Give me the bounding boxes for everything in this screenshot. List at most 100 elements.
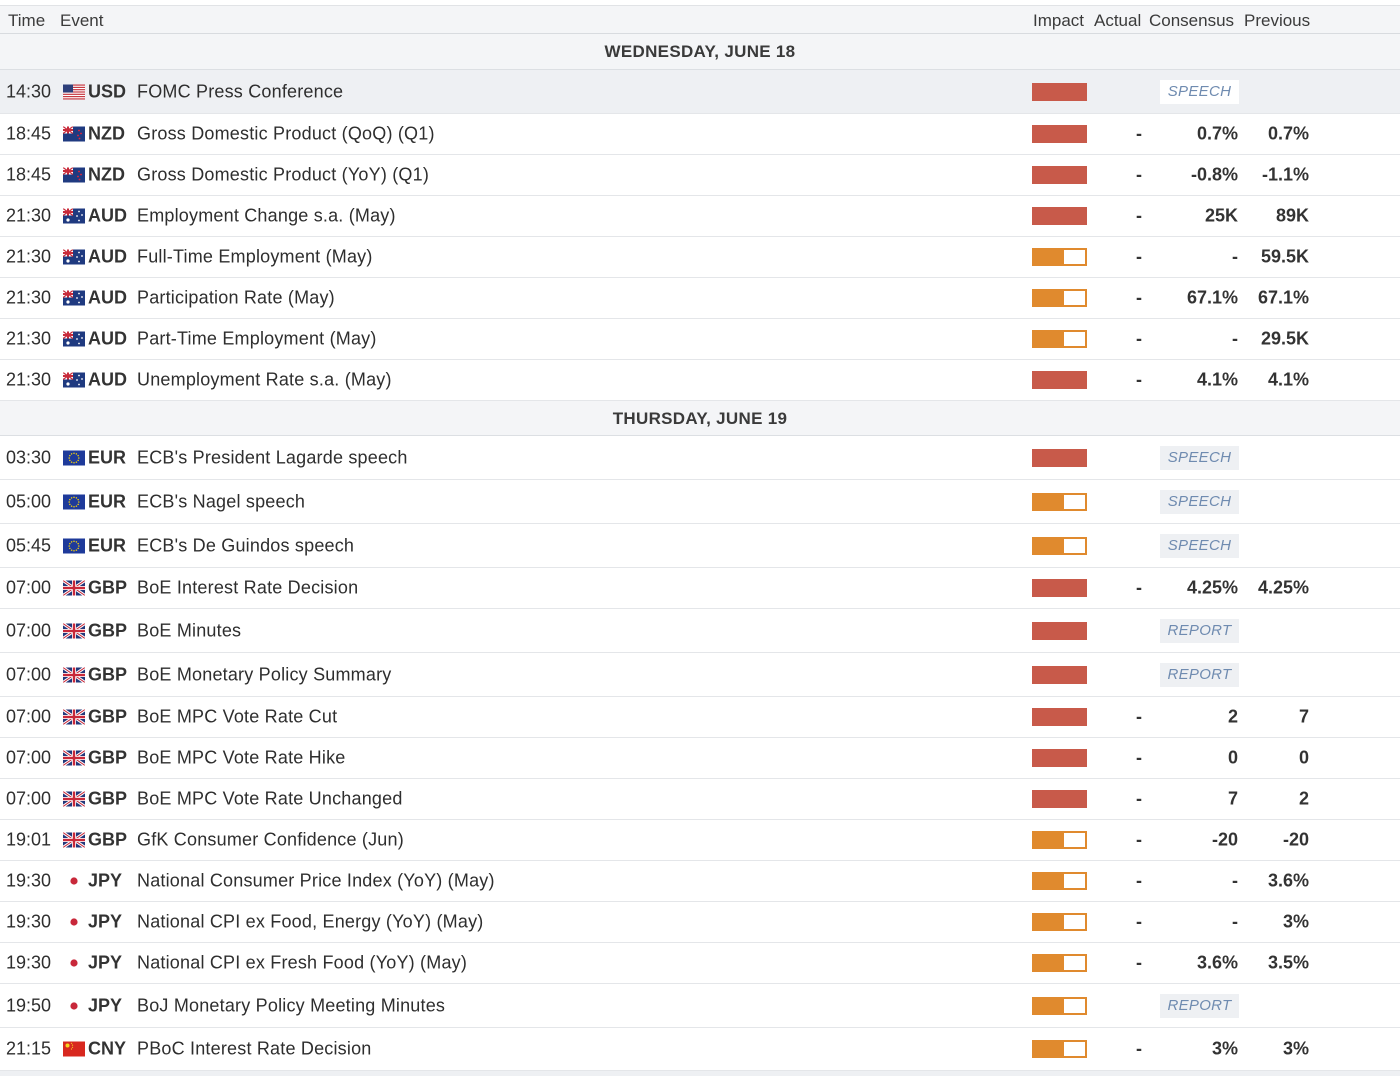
event-row[interactable]: 21:15 CNY PBoC Interest Rate Decision - 3% 3% — [0, 1028, 1400, 1071]
impact-bar-high — [1032, 207, 1087, 225]
event-row[interactable]: 18:45 NZD Gross Domestic Product (YoY) (Q1… — [0, 155, 1400, 196]
header-consensus[interactable]: Consensus — [1149, 11, 1234, 31]
impact-bar-high — [1032, 579, 1087, 597]
event-name[interactable]: National Consumer Price Index (YoY) (May… — [137, 871, 495, 892]
event-name[interactable]: GfK Consumer Confidence (Jun) — [137, 830, 404, 851]
event-currency: JPY — [88, 995, 123, 1015]
event-name[interactable]: National CPI ex Food, Energy (YoY) (May) — [137, 912, 483, 933]
event-name[interactable]: BoE Monetary Policy Summary — [137, 664, 391, 685]
event-name[interactable]: BoE MPC Vote Rate Unchanged — [137, 789, 403, 810]
event-row[interactable]: 07:00 GBP BoE Monetary Policy Summary REPOR… — [0, 653, 1400, 697]
actual-value: - — [1136, 328, 1142, 349]
event-name[interactable]: ECB's De Guindos speech — [137, 535, 354, 556]
event-time: 21:30 — [6, 287, 52, 308]
event-row[interactable]: 07:00 GBP BoE MPC Vote Rate Cut - 2 7 — [0, 697, 1400, 738]
consensus-value: 2 — [1227, 706, 1238, 727]
event-row[interactable]: 18:45 NZD Gross Domestic Product (QoQ) (Q1… — [0, 114, 1400, 155]
impact-bar-high — [1032, 166, 1087, 184]
header-event[interactable]: Event — [60, 11, 103, 31]
event-time: 21:30 — [6, 369, 52, 390]
event-row[interactable]: 19:01 GBP GfK Consumer Confidence (Jun) - -2… — [0, 820, 1400, 861]
event-name[interactable]: Gross Domestic Product (QoQ) (Q1) — [137, 124, 435, 145]
event-name[interactable]: BoE Minutes — [137, 620, 241, 641]
actual-value: - — [1136, 911, 1142, 932]
event-row[interactable]: 07:00 GBP BoE Interest Rate Decision - 4.25%… — [0, 568, 1400, 609]
event-name[interactable]: BoE Interest Rate Decision — [137, 578, 358, 599]
header-previous[interactable]: Previous — [1244, 11, 1310, 31]
event-name[interactable]: ECB's President Lagarde speech — [137, 447, 408, 468]
event-row[interactable]: 05:45 EUR ECB's De Guindos speech SPEECH — [0, 524, 1400, 568]
impact-bar-high — [1032, 448, 1087, 467]
jp-flag-icon — [63, 998, 85, 1013]
event-name[interactable]: Full-Time Employment (May) — [137, 247, 373, 268]
event-row[interactable]: 07:00 GBP BoE MPC Vote Rate Hike - 0 0 — [0, 738, 1400, 779]
event-row[interactable]: 07:00 GBP BoE Minutes REPORT — [0, 609, 1400, 653]
event-row[interactable]: 05:00 EUR ECB's Nagel speech SPEECH — [0, 480, 1400, 524]
uk-flag-icon — [63, 667, 85, 682]
event-row[interactable]: 21:30 AUD Participation Rate (May) - 67.1% 67… — [0, 278, 1400, 319]
actual-value: - — [1136, 287, 1142, 308]
impact-bar-medium — [1032, 248, 1087, 266]
previous-value: -1.1% — [1261, 164, 1309, 185]
event-currency: AUD — [88, 205, 127, 226]
event-name[interactable]: Participation Rate (May) — [137, 288, 335, 309]
impact-bar-medium — [1032, 831, 1087, 849]
uk-flag-icon — [63, 750, 85, 766]
header-impact[interactable]: Impact — [1033, 11, 1084, 31]
event-row[interactable]: 21:30 AUD Employment Change s.a. (May) - 25K… — [0, 196, 1400, 237]
event-name[interactable]: FOMC Press Conference — [137, 81, 343, 102]
uk-flag-icon — [63, 791, 85, 807]
previous-value: 59.5K — [1260, 246, 1309, 267]
nz-flag-icon — [63, 126, 85, 142]
day-header: WEDNESDAY, JUNE 18 — [0, 34, 1400, 70]
header-actual[interactable]: Actual — [1094, 11, 1141, 31]
event-name[interactable]: Unemployment Rate s.a. (May) — [137, 370, 392, 391]
event-time: 05:45 — [6, 535, 52, 555]
us-flag-icon — [63, 84, 85, 99]
event-time: 21:30 — [6, 246, 52, 267]
event-name[interactable]: Employment Change s.a. (May) — [137, 206, 396, 227]
event-row[interactable]: 19:30 JPY National CPI ex Fresh Food (YoY)… — [0, 943, 1400, 984]
event-row[interactable]: 14:30 USD FOMC Press Conference SPEECH — [0, 70, 1400, 114]
impact-bar-medium — [1032, 536, 1087, 555]
actual-value: - — [1136, 788, 1142, 809]
event-name[interactable]: ECB's Nagel speech — [137, 491, 305, 512]
event-currency: GBP — [88, 829, 128, 850]
event-name[interactable]: PBoC Interest Rate Decision — [137, 1039, 372, 1060]
eu-flag-icon — [63, 538, 85, 553]
event-row[interactable]: 03:30 EUR ECB's President Lagarde speech SP… — [0, 436, 1400, 480]
event-currency: GBP — [88, 664, 128, 684]
previous-value: 0 — [1298, 747, 1309, 768]
consensus-value: 3% — [1211, 1038, 1238, 1059]
uk-flag-icon — [63, 832, 85, 848]
event-currency: JPY — [88, 911, 123, 932]
previous-value: 3.5% — [1267, 952, 1309, 973]
impact-bar-high — [1032, 371, 1087, 389]
event-row[interactable]: 07:00 GBP BoE MPC Vote Rate Unchanged - 7 2 — [0, 779, 1400, 820]
event-name[interactable]: Gross Domestic Product (YoY) (Q1) — [137, 165, 429, 186]
event-name[interactable]: BoE MPC Vote Rate Hike — [137, 748, 346, 769]
event-row[interactable]: 19:50 JPY BoJ Monetary Policy Meeting Minu… — [0, 984, 1400, 1028]
actual-value: - — [1136, 747, 1142, 768]
event-currency: JPY — [88, 952, 123, 973]
event-row[interactable]: 21:30 AUD Part-Time Employment (May) - - 29.5… — [0, 319, 1400, 360]
consensus-value: - — [1232, 246, 1238, 267]
event-row[interactable]: 19:30 JPY National CPI ex Food, Energy (Yo… — [0, 902, 1400, 943]
event-currency: JPY — [88, 870, 123, 891]
event-name[interactable]: BoJ Monetary Policy Meeting Minutes — [137, 995, 445, 1016]
uk-flag-icon — [63, 623, 85, 638]
previous-value: 3% — [1282, 1038, 1309, 1059]
event-name[interactable]: Part-Time Employment (May) — [137, 329, 377, 350]
event-time: 19:30 — [6, 870, 52, 891]
event-row[interactable]: 19:30 JPY National Consumer Price Index (Y… — [0, 861, 1400, 902]
event-row[interactable]: 21:30 AUD Full-Time Employment (May) - - 59.5… — [0, 237, 1400, 278]
uk-flag-icon — [63, 580, 85, 596]
event-name[interactable]: National CPI ex Fresh Food (YoY) (May) — [137, 953, 467, 974]
event-row[interactable]: 21:30 AUD Unemployment Rate s.a. (May) - 4.1… — [0, 360, 1400, 401]
event-currency: EUR — [88, 535, 127, 555]
event-currency: AUD — [88, 328, 127, 349]
previous-value: 4.1% — [1267, 369, 1309, 390]
event-name[interactable]: BoE MPC Vote Rate Cut — [137, 707, 337, 728]
header-time[interactable]: Time — [8, 11, 45, 31]
impact-bar-high — [1032, 665, 1087, 684]
